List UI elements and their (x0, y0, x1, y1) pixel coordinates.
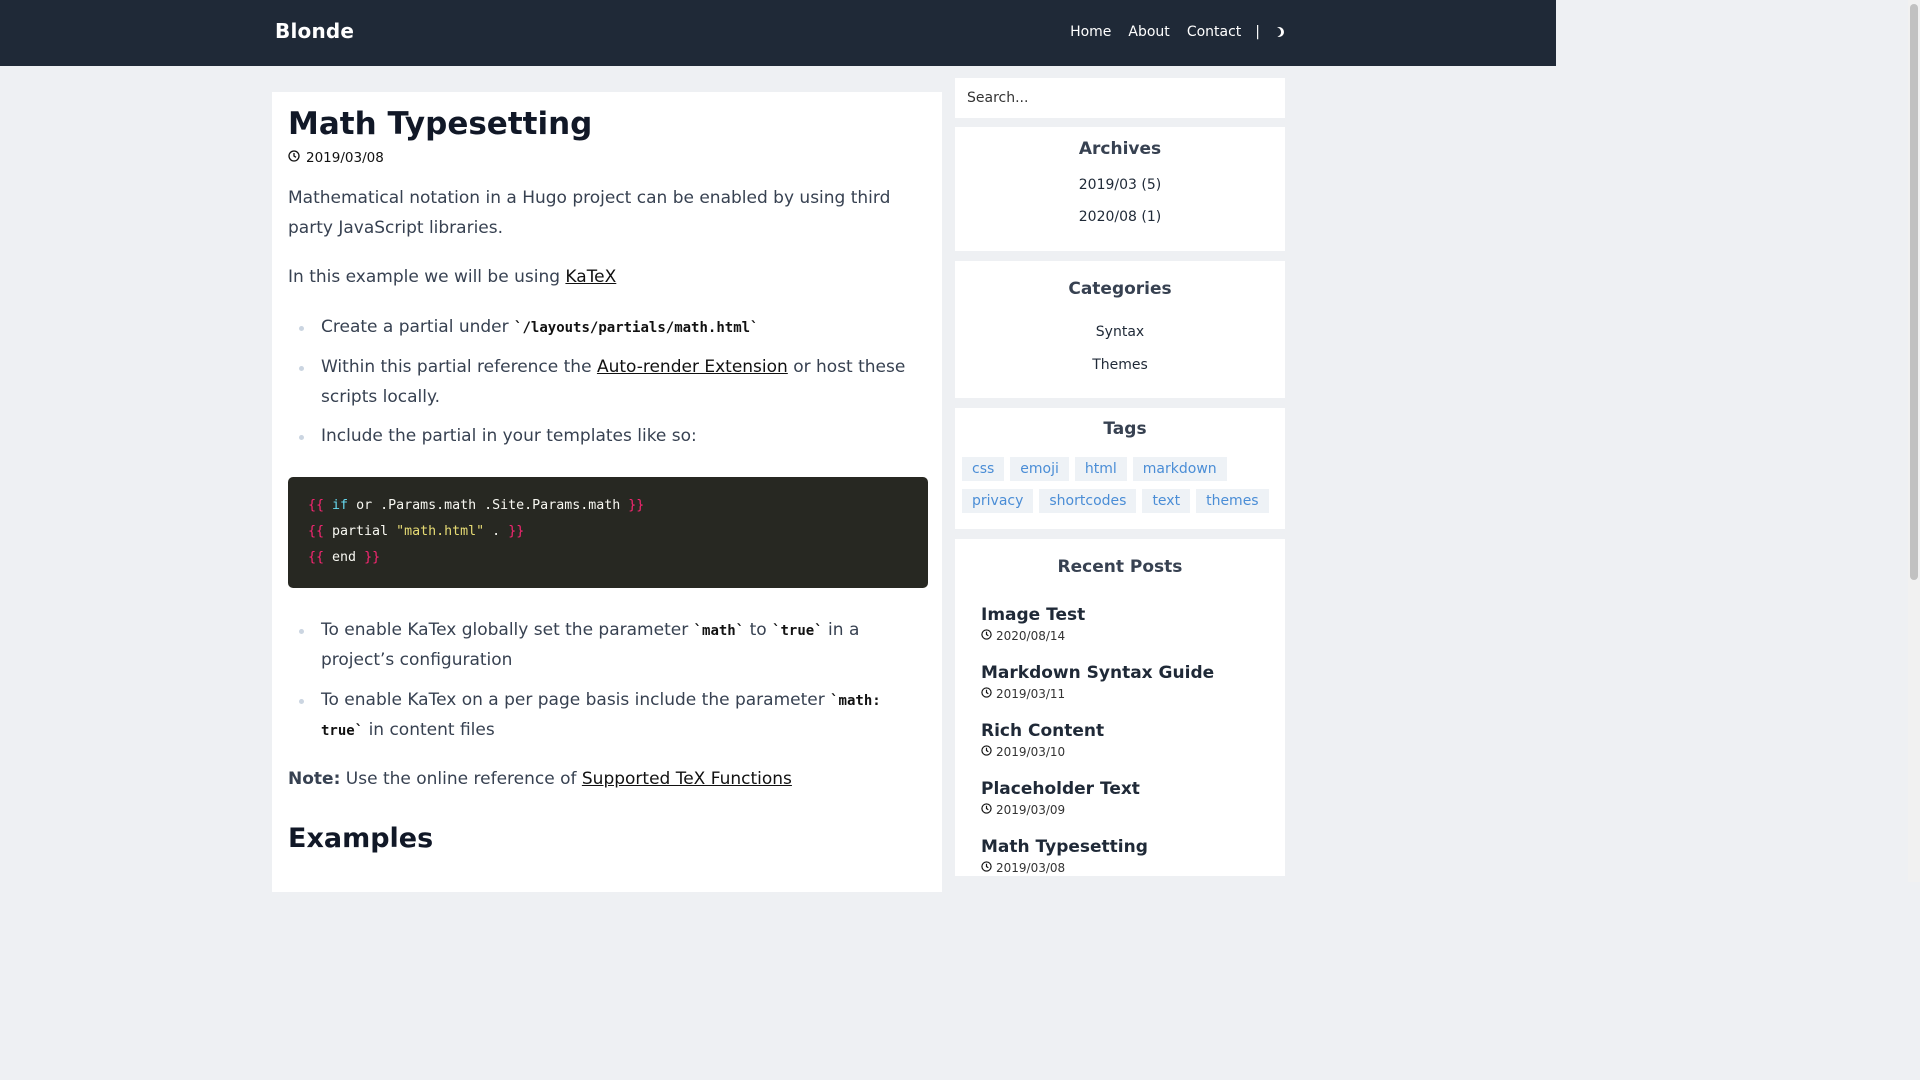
site-brand[interactable]: Blonde (275, 19, 354, 43)
recent-post-title[interactable]: Math Typesetting (981, 837, 1271, 857)
clock-icon (981, 629, 996, 643)
moon-icon[interactable] (1271, 25, 1286, 39)
post-date-text: 2020/08/14 (996, 629, 1066, 643)
tag-themes[interactable]: themes (1196, 489, 1269, 513)
nav-separator: | (1255, 24, 1260, 40)
tag-cloud: css emoji html markdown privacy shortcodes tex… (962, 457, 1282, 521)
tag-privacy[interactable]: privacy (962, 489, 1034, 513)
recent-posts-widget: Recent Posts Image Test 2020/08/14 Markd… (955, 539, 1285, 876)
categories-widget: Categories Syntax Themes (955, 261, 1285, 398)
list-item: Include the partial in your templates li… (288, 422, 928, 452)
bullet-text: to (749, 619, 767, 640)
recent-post-date: 2020/08/14 (981, 629, 1271, 643)
article-title: Math Typesetting (288, 106, 593, 142)
nav-home-link[interactable]: Home (1070, 24, 1111, 40)
recent-post-title[interactable]: Placeholder Text (981, 779, 1271, 799)
clock-icon (981, 745, 996, 759)
inline-code: `/layouts/partials/math.html` (514, 319, 759, 336)
recent-post: Markdown Syntax Guide 2019/03/11 (981, 663, 1271, 701)
clock-icon (981, 861, 996, 875)
intro-paragraph: Mathematical notation in a Hugo project … (288, 188, 891, 238)
article-body: Mathematical notation in a Hugo project … (288, 184, 928, 854)
list-item: To enable KaTex globally set the paramet… (288, 616, 928, 676)
bullet-text: Create a partial under (321, 316, 509, 337)
recent-post: Placeholder Text 2019/03/09 (981, 779, 1271, 817)
note-text: Use the online reference of (345, 768, 577, 789)
tag-html[interactable]: html (1074, 457, 1127, 481)
code-line: {{ if or .Params.math .Site.Params.math … (308, 497, 645, 513)
article-date: 2019/03/08 (306, 150, 384, 166)
supported-tex-link[interactable]: Supported TeX Functions (582, 769, 792, 789)
bullet-text: Within this partial reference the (321, 357, 592, 377)
example-paragraph: In this example we will be using KaTeX (288, 263, 928, 293)
example-text: In this example we will be using (288, 267, 561, 287)
recent-post-date: 2019/03/10 (981, 745, 1271, 759)
katex-link[interactable]: KaTeX (565, 267, 616, 287)
clock-icon (981, 803, 996, 817)
note-paragraph: Note: Use the online reference of Suppor… (288, 765, 928, 795)
recent-posts-list: Image Test 2020/08/14 Markdown Syntax Gu… (981, 605, 1271, 895)
tags-widget: Tags css emoji html markdown privacy shortcod… (955, 408, 1285, 529)
note-label: Note: (288, 768, 341, 789)
tag-markdown[interactable]: markdown (1132, 457, 1227, 481)
main-nav: Home About Contact | (1053, 24, 1286, 40)
clock-icon (288, 150, 306, 166)
search-input[interactable] (965, 89, 1275, 107)
recent-post-title[interactable]: Rich Content (981, 721, 1271, 741)
code-line: {{ end }} (308, 549, 381, 565)
scrollbar-thumb[interactable] (1910, 4, 1918, 580)
recent-post-date: 2019/03/11 (981, 687, 1271, 701)
bullet-text: Include the partial in your templates li… (321, 426, 697, 446)
nav-contact-link[interactable]: Contact (1187, 24, 1241, 40)
tags-title: Tags (1103, 419, 1147, 439)
config-list: To enable KaTex globally set the paramet… (288, 616, 928, 747)
auto-render-link[interactable]: Auto-render Extension (597, 357, 788, 377)
top-navbar: Blonde Home About Contact | (0, 0, 1556, 66)
search-box (955, 78, 1285, 118)
archive-link[interactable]: 2019/03 (5) (955, 177, 1285, 193)
archives-widget: Archives 2019/03 (5) 2020/08 (1) (955, 127, 1285, 251)
bullet-text: To enable KaTex on a per page basis incl… (321, 689, 825, 710)
page-scrollbar[interactable] (1908, 0, 1920, 882)
list-item: To enable KaTex on a per page basis incl… (288, 686, 928, 747)
recent-post-date: 2019/03/09 (981, 803, 1271, 817)
list-item: Within this partial reference the Auto-r… (288, 353, 928, 412)
recent-post-date: 2019/03/08 (981, 861, 1271, 875)
category-link[interactable]: Themes (955, 357, 1285, 373)
inline-code: `true` (772, 622, 823, 639)
post-date-text: 2019/03/11 (996, 687, 1066, 701)
recent-post: Rich Content 2019/03/10 (981, 721, 1271, 759)
inline-code: `math` (693, 622, 745, 639)
category-link[interactable]: Syntax (955, 324, 1285, 340)
article-card: Math Typesetting 2019/03/08 Mathematical… (272, 92, 942, 892)
steps-list: Create a partial under `/layouts/partial… (288, 313, 928, 452)
post-date-text: 2019/03/09 (996, 803, 1066, 817)
post-date-text: 2019/03/10 (996, 745, 1066, 759)
bullet-text: To enable KaTex globally set the paramet… (321, 619, 689, 640)
tag-text[interactable]: text (1142, 489, 1191, 513)
recent-post-title[interactable]: Image Test (981, 605, 1271, 625)
article-meta: 2019/03/08 (288, 150, 384, 166)
code-block[interactable]: {{ if or .Params.math .Site.Params.math … (288, 476, 928, 588)
tag-emoji[interactable]: emoji (1010, 457, 1069, 481)
recent-post: Math Typesetting 2019/03/08 (981, 837, 1271, 875)
code-line: {{ partial "math.html" . }} (308, 523, 525, 539)
clock-icon (981, 687, 996, 701)
list-item: Create a partial under `/layouts/partial… (288, 313, 928, 344)
examples-heading: Examples (288, 823, 434, 854)
tag-css[interactable]: css (962, 457, 1005, 481)
recent-posts-title: Recent Posts (1057, 557, 1183, 577)
tag-shortcodes[interactable]: shortcodes (1039, 489, 1137, 513)
nav-about-link[interactable]: About (1128, 24, 1169, 40)
bullet-text: in content files (368, 720, 495, 740)
recent-post-title[interactable]: Markdown Syntax Guide (981, 663, 1271, 683)
recent-post: Image Test 2020/08/14 (981, 605, 1271, 643)
archive-link[interactable]: 2020/08 (1) (955, 209, 1285, 225)
post-date-text: 2019/03/08 (996, 861, 1066, 875)
categories-title: Categories (1068, 279, 1172, 299)
archives-title: Archives (1078, 139, 1162, 159)
